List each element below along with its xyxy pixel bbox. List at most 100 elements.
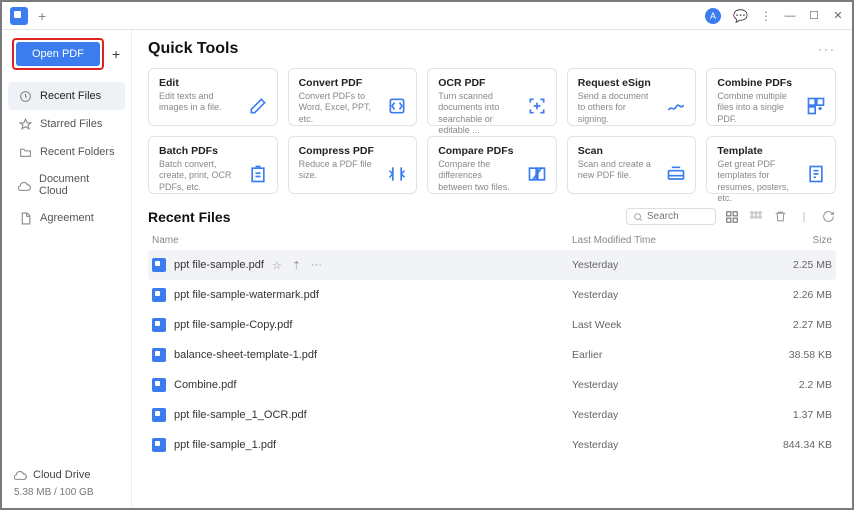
tool-batch-pdfs[interactable]: Batch PDFs Batch convert, create, print,… <box>148 136 278 194</box>
tool-desc: Compare the differences between two file… <box>438 159 518 193</box>
table-row[interactable]: ppt file-sample-watermark.pdf Yesterday … <box>148 280 836 310</box>
titlebar: + A 💬 ⋮ — ☐ ✕ <box>2 2 852 30</box>
sidebar-item-agreement[interactable]: Agreement <box>8 204 125 232</box>
delete-icon[interactable] <box>772 209 788 225</box>
grid-view-icon[interactable] <box>748 209 764 225</box>
recent-files-title: Recent Files <box>148 209 230 225</box>
table-row[interactable]: ppt file-sample-Copy.pdf Last Week 2.27 … <box>148 310 836 340</box>
file-mtime: Yesterday <box>572 379 752 391</box>
tool-desc: Edit texts and images in a file. <box>159 91 239 114</box>
table-row[interactable]: balance-sheet-template-1.pdf Earlier 38.… <box>148 340 836 370</box>
cloud-drive-label: Cloud Drive <box>33 469 90 481</box>
pdf-file-icon <box>152 288 166 302</box>
close-button[interactable]: ✕ <box>832 10 844 22</box>
quick-tools-title: Quick Tools <box>148 40 238 58</box>
tool-title: Scan <box>578 145 686 157</box>
file-name: Combine.pdf <box>174 379 236 391</box>
kebab-menu-icon[interactable]: ⋮ <box>760 9 772 23</box>
tool-convert-pdf[interactable]: Convert PDF Convert PDFs to Word, Excel,… <box>288 68 418 126</box>
tool-title: OCR PDF <box>438 77 546 89</box>
open-pdf-button[interactable]: Open PDF <box>16 42 100 66</box>
sidebar-item-label: Recent Folders <box>40 146 115 158</box>
col-name[interactable]: Name <box>152 235 572 246</box>
tool-compress-pdf[interactable]: Compress PDF Reduce a PDF file size. <box>288 136 418 194</box>
sidebar-item-label: Document Cloud <box>39 173 115 197</box>
divider: | <box>796 209 812 225</box>
list-view-icon[interactable] <box>724 209 740 225</box>
esign-icon <box>665 95 687 117</box>
search-box[interactable] <box>626 208 716 225</box>
file-name: balance-sheet-template-1.pdf <box>174 349 317 361</box>
file-size: 1.37 MB <box>752 409 832 421</box>
pdf-file-icon <box>152 258 166 272</box>
tool-title: Compare PDFs <box>438 145 546 157</box>
edit-icon <box>247 95 269 117</box>
table-row[interactable]: Combine.pdf Yesterday 2.2 MB <box>148 370 836 400</box>
col-mtime[interactable]: Last Modified Time <box>572 235 752 246</box>
pdf-file-icon <box>152 378 166 392</box>
tool-combine-pdfs[interactable]: Combine PDFs Combine multiple files into… <box>706 68 836 126</box>
pdf-file-icon <box>152 438 166 452</box>
upload-icon[interactable]: ⇡ <box>292 259 301 272</box>
star-icon[interactable]: ☆ <box>272 259 282 272</box>
file-name: ppt file-sample_1.pdf <box>174 439 276 451</box>
storage-quota: 5.38 MB / 100 GB <box>14 487 119 498</box>
tool-title: Template <box>717 145 825 157</box>
open-pdf-highlight: Open PDF <box>12 38 104 70</box>
col-size[interactable]: Size <box>752 235 832 246</box>
open-plus-button[interactable]: + <box>112 46 120 62</box>
file-mtime: Last Week <box>572 319 752 331</box>
table-row[interactable]: ppt file-sample.pdf ☆ ⇡ ··· Yesterday 2.… <box>148 250 836 280</box>
tool-request-esign[interactable]: Request eSign Send a document to others … <box>567 68 697 126</box>
chat-icon[interactable]: 💬 <box>733 9 748 23</box>
search-input[interactable] <box>647 211 709 222</box>
scan-icon <box>665 163 687 185</box>
tool-title: Combine PDFs <box>717 77 825 89</box>
tool-desc: Batch convert, create, print, OCR PDFs, … <box>159 159 239 193</box>
tool-ocr-pdf[interactable]: OCR PDF Turn scanned documents into sear… <box>427 68 557 126</box>
tool-desc: Send a document to others for signing. <box>578 91 658 125</box>
folder-icon <box>18 145 32 159</box>
sidebar-item-document-cloud[interactable]: Document Cloud <box>8 166 125 204</box>
sidebar: Open PDF + Recent Files Starred Files Rece… <box>2 30 132 508</box>
new-tab-button[interactable]: + <box>38 8 46 24</box>
tool-desc: Combine multiple files into a single PDF… <box>717 91 797 125</box>
tool-compare-pdfs[interactable]: Compare PDFs Compare the differences bet… <box>427 136 557 194</box>
minimize-button[interactable]: — <box>784 10 796 22</box>
table-row[interactable]: ppt file-sample_1_OCR.pdf Yesterday 1.37… <box>148 400 836 430</box>
compare-icon <box>526 163 548 185</box>
file-size: 2.26 MB <box>752 289 832 301</box>
tool-title: Convert PDF <box>299 77 407 89</box>
more-icon[interactable]: ··· <box>311 259 322 272</box>
sidebar-item-label: Agreement <box>40 212 94 224</box>
maximize-button[interactable]: ☐ <box>808 10 820 22</box>
clock-icon <box>18 89 32 103</box>
tool-desc: Scan and create a new PDF file. <box>578 159 658 182</box>
file-size: 38.58 KB <box>752 349 832 361</box>
sidebar-item-recent-folders[interactable]: Recent Folders <box>8 138 125 166</box>
tool-template[interactable]: Template Get great PDF templates for res… <box>706 136 836 194</box>
tool-desc: Get great PDF templates for resumes, pos… <box>717 159 797 204</box>
combine-icon <box>805 95 827 117</box>
pdf-file-icon <box>152 348 166 362</box>
sidebar-item-starred-files[interactable]: Starred Files <box>8 110 125 138</box>
ocr-icon <box>526 95 548 117</box>
cloud-drive-link[interactable]: Cloud Drive <box>14 468 119 481</box>
avatar[interactable]: A <box>705 8 721 24</box>
tool-scan[interactable]: Scan Scan and create a new PDF file. <box>567 136 697 194</box>
search-icon <box>633 212 643 222</box>
star-icon <box>18 117 32 131</box>
table-row[interactable]: ppt file-sample_1.pdf Yesterday 844.34 K… <box>148 430 836 460</box>
tool-title: Compress PDF <box>299 145 407 157</box>
file-size: 2.27 MB <box>752 319 832 331</box>
quick-tools-more-icon[interactable]: ··· <box>818 42 836 56</box>
cloud-icon <box>18 178 31 192</box>
refresh-icon[interactable] <box>820 209 836 225</box>
sidebar-item-recent-files[interactable]: Recent Files <box>8 82 125 110</box>
file-mtime: Yesterday <box>572 409 752 421</box>
sidebar-item-label: Starred Files <box>40 118 102 130</box>
tool-edit[interactable]: Edit Edit texts and images in a file. <box>148 68 278 126</box>
pdf-file-icon <box>152 408 166 422</box>
file-mtime: Yesterday <box>572 439 752 451</box>
tool-desc: Reduce a PDF file size. <box>299 159 379 182</box>
